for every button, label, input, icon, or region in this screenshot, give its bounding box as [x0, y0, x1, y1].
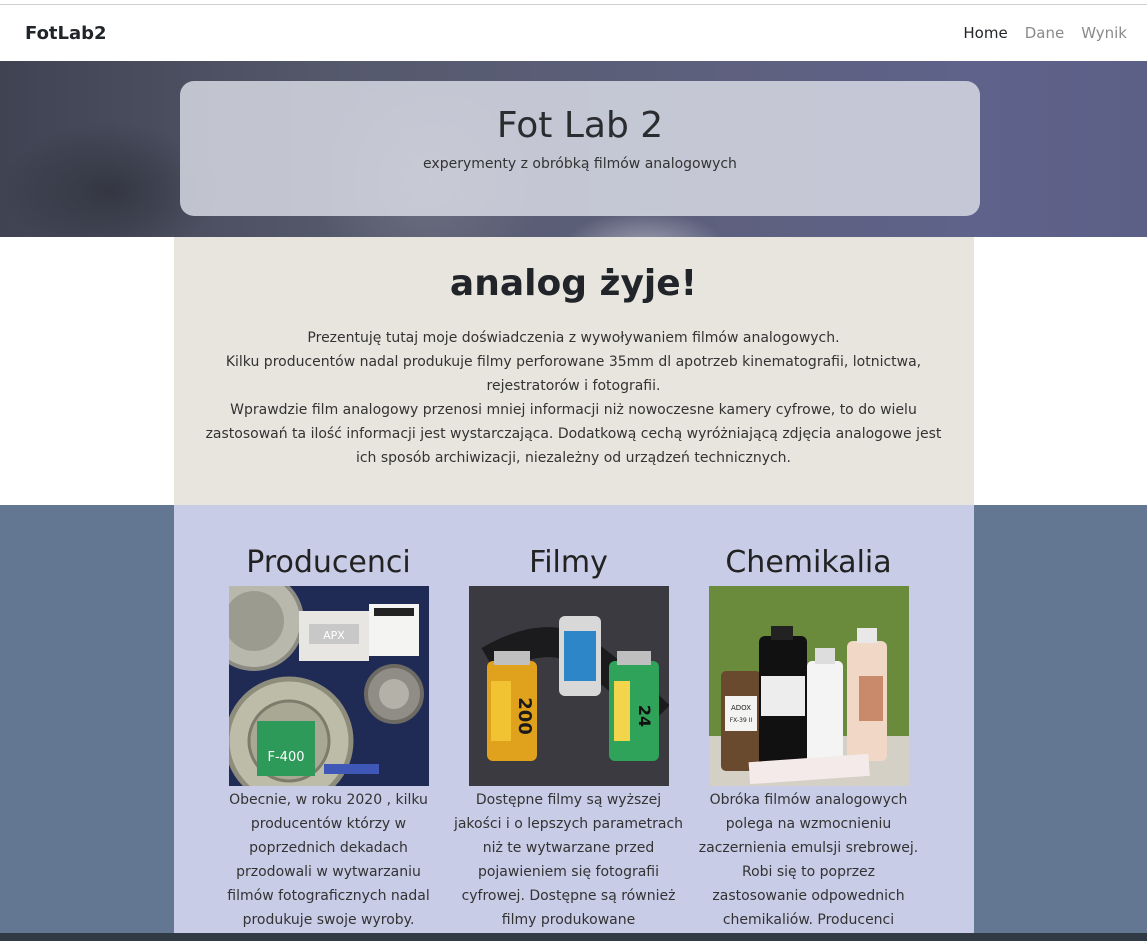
chemicals-label-adox: ADOX — [730, 704, 750, 712]
card-text: Obróka filmów analogowych polega na wzmo… — [698, 792, 919, 928]
chemicals-image: ADOX FX-39 II — [708, 586, 909, 786]
nav-link-home[interactable]: Home — [963, 24, 1007, 42]
card-filmy: Filmy 200 24 Dostępne filmy są wyższej j… — [454, 545, 684, 941]
intro-text: Prezentuję tutaj moje doświadczenia z wy… — [174, 326, 974, 470]
chemicals-photo-svg: ADOX FX-39 II — [708, 586, 909, 786]
producers-image: APX F-400 — [228, 586, 429, 786]
brand-logo-link[interactable]: FotLab2 — [25, 23, 107, 44]
films-image: 200 24 — [468, 586, 669, 786]
films-photo-svg: 200 24 — [468, 586, 669, 786]
intro-panel: analog żyje! Prezentuję tutaj moje doświ… — [173, 237, 974, 505]
cards-panel: Producenci APX F-400 Obecnie, w roku 202… — [173, 505, 974, 941]
intro-heading: analog żyje! — [449, 263, 698, 304]
producers-label-apx: APX — [323, 629, 345, 642]
intro-line: Prezentuję tutaj moje doświadczenia z wy… — [307, 330, 840, 346]
hero-card: Fot Lab 2 experymenty z obróbką filmów a… — [180, 81, 980, 216]
intro-line: Kilku producentów nadal produkuje filmy … — [225, 354, 922, 394]
intro-section: analog żyje! Prezentuję tutaj moje doświ… — [0, 237, 1147, 505]
nav-links: Home Dane Wynik — [963, 24, 1127, 42]
card-producenci: Producenci APX F-400 Obecnie, w roku 202… — [214, 545, 444, 941]
producers-photo-svg: APX F-400 — [228, 586, 429, 786]
card-text: Obecnie, w roku 2020 , kilku producentów… — [227, 792, 430, 928]
nav-link-dane[interactable]: Dane — [1025, 24, 1064, 42]
card-title: Filmy — [529, 545, 608, 580]
films-label-24: 24 — [635, 705, 654, 727]
hero-banner: Fot Lab 2 experymenty z obróbką filmów a… — [0, 61, 1147, 237]
hero-title: Fot Lab 2 — [496, 105, 664, 146]
cards-section: Producenci APX F-400 Obecnie, w roku 202… — [0, 505, 1147, 941]
hero-subtitle: experymenty z obróbką filmów analogowych — [423, 156, 737, 172]
card-title: Chemikalia — [725, 545, 892, 580]
bottom-edge-bar — [0, 933, 1147, 941]
card-title: Producenci — [246, 545, 411, 580]
nav-link-wynik[interactable]: Wynik — [1081, 24, 1127, 42]
card-text: Dostępne filmy są wyższej jakości i o le… — [453, 792, 684, 928]
chemicals-label-fx39: FX-39 II — [729, 717, 752, 724]
navbar: FotLab2 Home Dane Wynik — [0, 5, 1147, 61]
producers-label-f400: F-400 — [267, 750, 304, 765]
intro-line: Wprawdzie film analogowy przenosi mniej … — [205, 402, 942, 466]
films-label-200: 200 — [514, 697, 535, 735]
card-chemikalia: Chemikalia ADOX FX-39 II Obróka filmów a… — [694, 545, 924, 941]
